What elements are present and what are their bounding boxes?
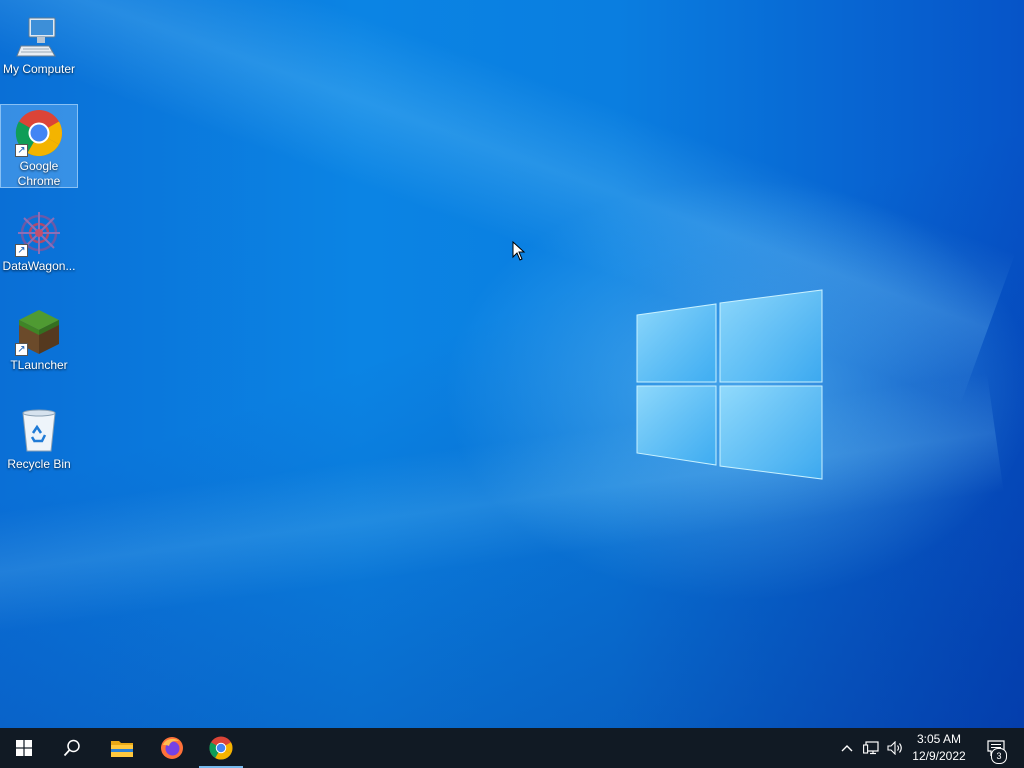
desktop-icon-my-computer[interactable]: My Computer: [0, 8, 78, 81]
desktop-icon-google-chrome[interactable]: ↗ Google Chrome: [0, 104, 78, 188]
volume-icon: [887, 741, 902, 755]
desktop-background[interactable]: My Computer ↗ Google Chrome ↗ DataWagon.…: [0, 0, 1024, 728]
start-button[interactable]: [0, 728, 48, 768]
search-icon: [63, 739, 80, 757]
windows-start-icon: [16, 740, 32, 756]
file-explorer-button[interactable]: [98, 728, 146, 768]
desktop-icon-label: TLauncher: [10, 358, 68, 372]
desktop-icon-label: My Computer: [2, 62, 76, 76]
recycle-bin-icon: [15, 407, 63, 455]
desktop-icon-label: Recycle Bin: [7, 457, 71, 471]
desktop-icon-recycle-bin[interactable]: Recycle Bin: [0, 403, 78, 476]
chrome-taskbar-button[interactable]: [197, 728, 245, 768]
windows-logo-wallpaper: [636, 289, 823, 480]
notification-count-badge: 3: [991, 748, 1007, 764]
search-button[interactable]: [48, 728, 96, 768]
datawagon-icon: ↗: [15, 209, 63, 257]
chevron-up-icon: [841, 745, 853, 752]
clock-time: 3:05 AM: [916, 732, 962, 746]
desktop-icon-tlauncher[interactable]: ↗ TLauncher: [0, 304, 78, 377]
computer-icon: [15, 12, 63, 60]
firefox-icon: [161, 737, 183, 759]
network-button[interactable]: [859, 728, 883, 768]
mouse-cursor-icon: [512, 241, 526, 261]
show-hidden-icons-button[interactable]: [836, 728, 858, 768]
shortcut-arrow-icon: ↗: [15, 144, 28, 157]
shortcut-arrow-icon: ↗: [15, 244, 28, 257]
desktop-icon-label: DataWagon...: [2, 259, 76, 273]
desktop-icon-label: Google Chrome: [17, 159, 61, 188]
firefox-button[interactable]: [148, 728, 196, 768]
chrome-icon: ↗: [15, 109, 63, 157]
light-beam: [0, 0, 1016, 404]
light-beam: [0, 372, 1004, 659]
clock-button[interactable]: 3:05 AM 12/9/2022: [904, 731, 974, 765]
clock-date: 12/9/2022: [912, 749, 966, 763]
shortcut-arrow-icon: ↗: [15, 343, 28, 356]
desktop-icon-datawagon[interactable]: ↗ DataWagon...: [0, 205, 78, 278]
chrome-icon: [209, 736, 233, 760]
network-icon: [863, 741, 879, 755]
folder-icon: [111, 741, 133, 757]
tlauncher-icon: ↗: [15, 308, 63, 356]
taskbar: 3:05 AM 12/9/2022: [0, 728, 1024, 768]
